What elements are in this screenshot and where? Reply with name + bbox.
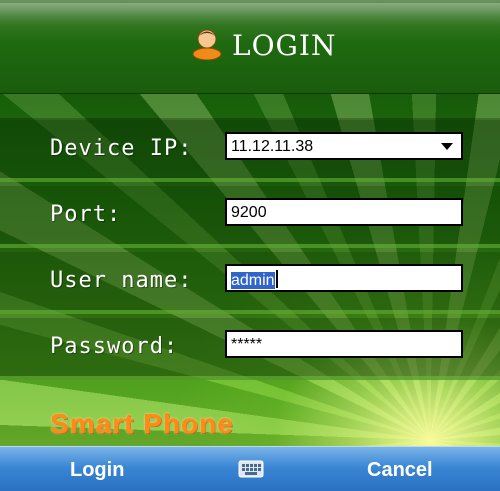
- row-device-ip: Device IP: 11.12.11.38: [0, 120, 500, 182]
- port-value: 9200: [231, 204, 267, 221]
- login-button[interactable]: Login: [70, 459, 124, 482]
- device-ip-label: Device IP:: [50, 136, 193, 161]
- brand-text: Smart Phone: [50, 408, 234, 439]
- cancel-button[interactable]: Cancel: [367, 459, 433, 482]
- username-label: User name:: [50, 268, 193, 293]
- password-value: *****: [231, 336, 263, 353]
- username-input[interactable]: admin: [225, 264, 463, 292]
- softkey-bar: Login Cancel: [0, 446, 500, 491]
- login-screen: LOGIN Device IP: 11.12.11.38 Port: 9200 …: [0, 0, 500, 491]
- device-ip-select[interactable]: 11.12.11.38: [225, 132, 463, 160]
- row-username: User name: admin: [0, 252, 500, 314]
- username-value: admin: [231, 272, 275, 289]
- row-password: Password: *****: [0, 318, 500, 380]
- port-input[interactable]: 9200: [225, 198, 463, 226]
- device-ip-value: 11.12.11.38: [231, 138, 314, 155]
- password-input[interactable]: *****: [225, 330, 463, 358]
- title-bar: LOGIN: [0, 0, 500, 94]
- text-caret: [275, 270, 278, 288]
- port-label: Port:: [50, 202, 122, 227]
- password-label: Password:: [50, 334, 179, 359]
- row-port: Port: 9200: [0, 186, 500, 248]
- user-icon: [190, 26, 224, 64]
- title-group: LOGIN: [190, 22, 336, 68]
- keyboard-icon[interactable]: [238, 459, 264, 483]
- chevron-down-icon[interactable]: [441, 143, 453, 150]
- page-title: LOGIN: [232, 28, 337, 62]
